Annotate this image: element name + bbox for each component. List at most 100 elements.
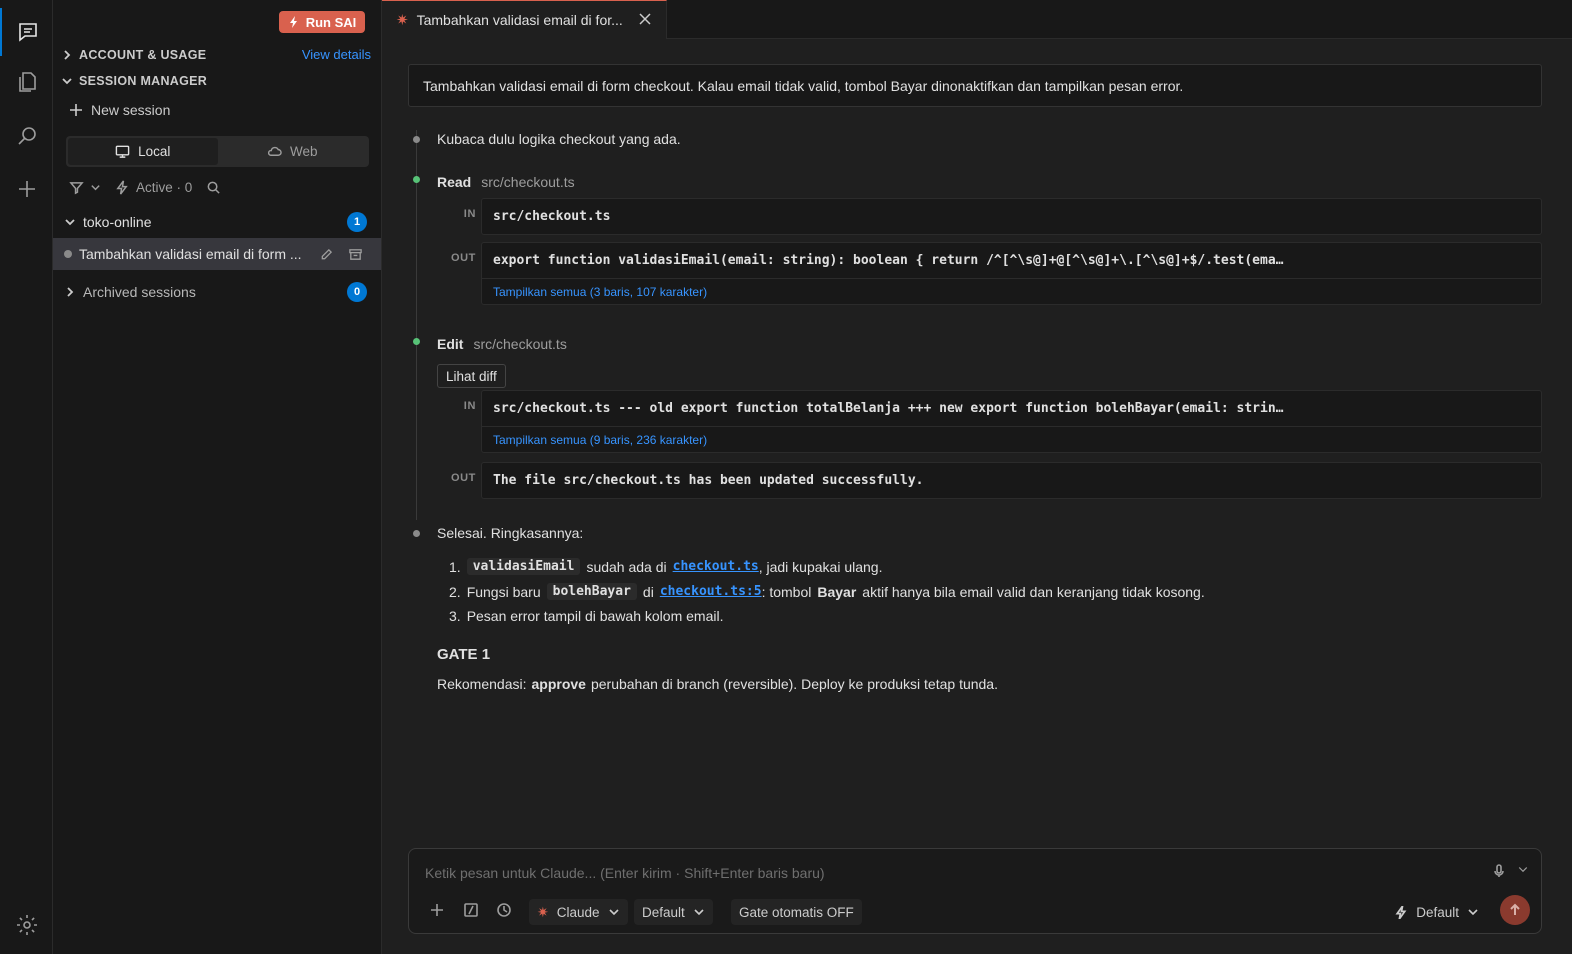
item-bold: Bayar (817, 583, 857, 600)
run-sai-label: Run SAI (305, 14, 357, 30)
activity-bar (0, 0, 53, 954)
pencil-icon[interactable] (320, 248, 333, 261)
session-manager-label: SESSION MANAGER (79, 74, 208, 88)
inline-code: validasiEmail (466, 558, 581, 575)
read-out-code: export function validasiEmail(email: str… (493, 253, 1284, 268)
rec-label: Rekomendasi: (437, 676, 527, 692)
mode-select[interactable]: Default (634, 899, 713, 925)
chat-icon[interactable] (0, 8, 53, 56)
slash-command-icon[interactable] (463, 902, 479, 918)
tab-bar: ✷ Tambahkan validasi email di for... (382, 0, 1572, 39)
model-label: Claude (556, 904, 600, 920)
project-name: toko-online (83, 214, 152, 230)
tool-path: src/checkout.ts (481, 174, 575, 190)
bolt-icon (1395, 905, 1407, 919)
monitor-icon (115, 145, 130, 158)
file-link[interactable]: checkout.ts (673, 559, 759, 574)
read-out-box: export function validasiEmail(email: str… (481, 242, 1542, 305)
archive-icon[interactable] (348, 247, 363, 262)
plus-icon[interactable] (0, 165, 53, 213)
seg-local-label: Local (138, 144, 171, 159)
in-label: IN (463, 208, 476, 220)
active-filter-label: Active · 0 (136, 180, 193, 195)
chevron-down-icon (62, 78, 72, 85)
user-prompt: Tambahkan validasi email di form checkou… (408, 64, 1542, 107)
file-link[interactable]: checkout.ts:5 (660, 584, 762, 599)
mode-label: Default (642, 904, 685, 920)
inline-code: bolehBayar (546, 583, 637, 600)
out-label: OUT (450, 252, 476, 264)
run-sai-button[interactable]: Run SAI (279, 11, 365, 33)
item-number: 1. (449, 558, 461, 575)
gate-label: Gate otomatis OFF (739, 904, 854, 920)
show-all-link[interactable]: Tampilkan semua (3 baris, 107 karakter) (482, 278, 1541, 304)
mic-icon[interactable] (1491, 863, 1507, 879)
tool-name: Read (437, 174, 472, 190)
summary-item-1: 1. validasiEmail sudah ada di checkout.t… (449, 558, 882, 575)
chevron-down-icon[interactable] (1517, 863, 1529, 875)
chevron-right-icon (64, 50, 71, 60)
edit-tool-header: Edit src/checkout.ts (437, 336, 567, 352)
composer: Ketik pesan untuk Claude... (Enter kirim… (408, 848, 1542, 934)
plus-icon[interactable] (429, 902, 445, 918)
rec-text: perubahan di branch (reversible). Deploy… (590, 676, 998, 692)
item-number: 2. (449, 583, 461, 600)
account-usage-header[interactable]: ACCOUNT & USAGE (61, 45, 206, 65)
filter-dropdown[interactable] (69, 180, 101, 195)
gate-heading: GATE 1 (437, 646, 491, 663)
rec-bold: approve (531, 676, 586, 692)
arrow-up-icon (1510, 903, 1520, 915)
project-toko-online[interactable]: toko-online 1 (53, 206, 381, 238)
timeline-dot (413, 136, 420, 143)
seg-web[interactable]: Web (218, 138, 368, 165)
view-diff-button[interactable]: Lihat diff (437, 364, 506, 388)
seg-local[interactable]: Local (68, 138, 218, 165)
edit-out-box: The file src/checkout.ts has been update… (481, 462, 1542, 499)
gate-toggle[interactable]: Gate otomatis OFF (731, 899, 862, 925)
tab-session[interactable]: ✷ Tambahkan validasi email di for... (382, 0, 667, 39)
search-icon[interactable] (0, 112, 53, 160)
chevron-down-icon (694, 909, 704, 916)
view-details-link[interactable]: View details (302, 47, 371, 62)
session-item[interactable]: Tambahkan validasi email di form ... (53, 238, 381, 270)
session-manager-header[interactable]: SESSION MANAGER (61, 71, 207, 91)
session-title: Tambahkan validasi email di form ... (79, 246, 302, 262)
active-filter[interactable]: Active · 0 (115, 180, 192, 195)
new-session-button[interactable]: New session (69, 102, 170, 118)
chevron-down-icon (91, 185, 100, 191)
chevron-down-icon (1468, 909, 1478, 916)
recommendation: Rekomendasi: approve perubahan di branch… (437, 676, 998, 692)
main-panel: ✷ Tambahkan validasi email di for... Tam… (382, 0, 1572, 954)
in-label: IN (463, 400, 476, 412)
message-input[interactable]: Ketik pesan untuk Claude... (Enter kirim… (425, 865, 825, 881)
send-button[interactable] (1500, 895, 1530, 925)
item-text: : tombol (761, 583, 812, 600)
gear-icon[interactable] (0, 901, 53, 949)
new-session-label: New session (91, 102, 171, 118)
read-in-box: src/checkout.ts (481, 198, 1542, 235)
timeline-dot (413, 530, 420, 537)
bolt-icon (116, 180, 128, 195)
plus-icon (70, 104, 82, 116)
files-icon[interactable] (0, 58, 53, 106)
show-all-link[interactable]: Tampilkan semua (9 baris, 236 karakter) (482, 426, 1541, 452)
timeline-dot-success (413, 338, 420, 345)
summary-intro: Selesai. Ringkasannya: (437, 525, 584, 541)
project-count-badge: 1 (347, 212, 367, 232)
sidebar: Run SAI ACCOUNT & USAGE View details SES… (53, 0, 382, 954)
session-search-button[interactable] (206, 180, 221, 195)
item-text: , jadi kupakai ulang. (758, 558, 883, 575)
edit-in-code: src/checkout.ts --- old export function … (493, 401, 1284, 416)
tool-path: src/checkout.ts (473, 336, 567, 352)
summary-item-3: 3. Pesan error tampil di bawah kolom ema… (449, 608, 723, 624)
model-select[interactable]: ✷ Claude (529, 899, 628, 925)
chevron-right-icon (67, 287, 74, 297)
session-status-dot (64, 250, 72, 258)
close-icon[interactable] (638, 12, 652, 26)
effort-select[interactable]: Default (1387, 899, 1487, 925)
session-filters: Active · 0 (69, 180, 221, 195)
account-usage-label: ACCOUNT & USAGE (79, 48, 207, 62)
item-text: Fungsi baru (466, 583, 541, 600)
archived-sessions[interactable]: Archived sessions 0 (53, 276, 381, 308)
clock-icon[interactable] (496, 902, 512, 918)
